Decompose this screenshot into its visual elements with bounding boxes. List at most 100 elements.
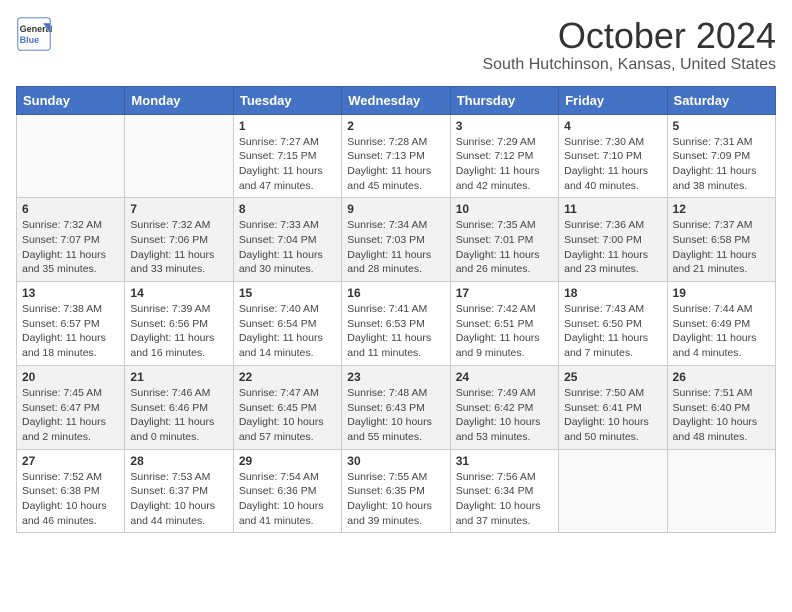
calendar-cell: 22 Sunrise: 7:47 AM Sunset: 6:45 PM Dayli… (233, 365, 341, 449)
calendar-cell (17, 114, 125, 198)
day-number: 11 (564, 202, 661, 216)
week-row-5: 27Sunrise: 7:52 AM Sunset: 6:38 PM Dayli… (17, 449, 776, 533)
calendar-cell (667, 449, 775, 533)
day-number: 4 (564, 119, 661, 133)
week-row-4: 20Sunrise: 7:45 AM Sunset: 6:47 PM Dayli… (17, 365, 776, 449)
day-info: Sunrise: 7:48 AM Sunset: 6:43 PM Dayligh… (347, 386, 444, 445)
logo-icon: General Blue (16, 16, 52, 52)
day-info: Sunrise: 7:39 AM Sunset: 6:56 PM Dayligh… (130, 302, 227, 361)
calendar-cell: 28 Sunrise: 7:53 AM Sunset: 6:37 PM Dayli… (125, 449, 233, 533)
logo: General Blue General Blue (16, 16, 52, 52)
day-number: 18 (564, 286, 661, 300)
calendar-cell: 21 Sunrise: 7:46 AM Sunset: 6:46 PM Dayli… (125, 365, 233, 449)
day-info: Sunrise: 7:49 AM Sunset: 6:42 PM Dayligh… (456, 386, 553, 445)
calendar-cell: 11 Sunrise: 7:36 AM Sunset: 7:00 PM Dayli… (559, 198, 667, 282)
calendar-cell: 24Sunrise: 7:49 AM Sunset: 6:42 PM Dayli… (450, 365, 558, 449)
calendar-cell: 25 Sunrise: 7:50 AM Sunset: 6:41 PM Dayli… (559, 365, 667, 449)
day-number: 28 (130, 454, 227, 468)
day-number: 2 (347, 119, 444, 133)
calendar-cell: 17 Sunrise: 7:42 AM Sunset: 6:51 PM Dayli… (450, 282, 558, 366)
calendar-cell: 16Sunrise: 7:41 AM Sunset: 6:53 PM Dayli… (342, 282, 450, 366)
day-info: Sunrise: 7:53 AM Sunset: 6:37 PM Dayligh… (130, 470, 227, 529)
day-info: Sunrise: 7:27 AM Sunset: 7:15 PM Dayligh… (239, 135, 336, 194)
day-number: 25 (564, 370, 661, 384)
calendar-cell: 8 Sunrise: 7:33 AM Sunset: 7:04 PM Daylig… (233, 198, 341, 282)
day-number: 3 (456, 119, 553, 133)
dow-wednesday: Wednesday (342, 86, 450, 114)
day-number: 5 (673, 119, 770, 133)
day-info: Sunrise: 7:40 AM Sunset: 6:54 PM Dayligh… (239, 302, 336, 361)
day-number: 26 (673, 370, 770, 384)
day-number: 8 (239, 202, 336, 216)
dow-friday: Friday (559, 86, 667, 114)
day-number: 7 (130, 202, 227, 216)
day-info: Sunrise: 7:33 AM Sunset: 7:04 PM Dayligh… (239, 218, 336, 277)
day-number: 29 (239, 454, 336, 468)
day-info: Sunrise: 7:32 AM Sunset: 7:07 PM Dayligh… (22, 218, 119, 277)
calendar-cell: 7 Sunrise: 7:32 AM Sunset: 7:06 PM Daylig… (125, 198, 233, 282)
day-info: Sunrise: 7:29 AM Sunset: 7:12 PM Dayligh… (456, 135, 553, 194)
day-number: 6 (22, 202, 119, 216)
calendar-cell: 2 Sunrise: 7:28 AM Sunset: 7:13 PM Daylig… (342, 114, 450, 198)
calendar-cell: 23Sunrise: 7:48 AM Sunset: 6:43 PM Dayli… (342, 365, 450, 449)
day-info: Sunrise: 7:50 AM Sunset: 6:41 PM Dayligh… (564, 386, 661, 445)
day-number: 9 (347, 202, 444, 216)
day-info: Sunrise: 7:28 AM Sunset: 7:13 PM Dayligh… (347, 135, 444, 194)
calendar-cell: 30 Sunrise: 7:55 AM Sunset: 6:35 PM Dayli… (342, 449, 450, 533)
day-info: Sunrise: 7:56 AM Sunset: 6:34 PM Dayligh… (456, 470, 553, 529)
calendar-cell: 29 Sunrise: 7:54 AM Sunset: 6:36 PM Dayli… (233, 449, 341, 533)
calendar-cell: 31Sunrise: 7:56 AM Sunset: 6:34 PM Dayli… (450, 449, 558, 533)
calendar-cell: 12 Sunrise: 7:37 AM Sunset: 6:58 PM Dayli… (667, 198, 775, 282)
day-number: 19 (673, 286, 770, 300)
week-row-1: 1 Sunrise: 7:27 AM Sunset: 7:15 PM Daylig… (17, 114, 776, 198)
svg-text:Blue: Blue (20, 35, 40, 45)
calendar-cell: 15Sunrise: 7:40 AM Sunset: 6:54 PM Dayli… (233, 282, 341, 366)
day-number: 16 (347, 286, 444, 300)
day-number: 10 (456, 202, 553, 216)
calendar-cell: 20Sunrise: 7:45 AM Sunset: 6:47 PM Dayli… (17, 365, 125, 449)
day-info: Sunrise: 7:54 AM Sunset: 6:36 PM Dayligh… (239, 470, 336, 529)
day-number: 30 (347, 454, 444, 468)
calendar-cell: 13 Sunrise: 7:38 AM Sunset: 6:57 PM Dayli… (17, 282, 125, 366)
month-year-title: October 2024 (482, 16, 776, 56)
day-number: 13 (22, 286, 119, 300)
day-info: Sunrise: 7:35 AM Sunset: 7:01 PM Dayligh… (456, 218, 553, 277)
day-info: Sunrise: 7:55 AM Sunset: 6:35 PM Dayligh… (347, 470, 444, 529)
dow-monday: Monday (125, 86, 233, 114)
day-number: 17 (456, 286, 553, 300)
week-row-3: 13 Sunrise: 7:38 AM Sunset: 6:57 PM Dayli… (17, 282, 776, 366)
calendar-cell: 10 Sunrise: 7:35 AM Sunset: 7:01 PM Dayli… (450, 198, 558, 282)
calendar-cell: 5 Sunrise: 7:31 AM Sunset: 7:09 PM Daylig… (667, 114, 775, 198)
day-number: 12 (673, 202, 770, 216)
calendar-cell: 9Sunrise: 7:34 AM Sunset: 7:03 PM Daylig… (342, 198, 450, 282)
location-subtitle: South Hutchinson, Kansas, United States (482, 56, 776, 74)
calendar-cell (125, 114, 233, 198)
day-number: 27 (22, 454, 119, 468)
dow-saturday: Saturday (667, 86, 775, 114)
calendar-cell: 6 Sunrise: 7:32 AM Sunset: 7:07 PM Daylig… (17, 198, 125, 282)
day-info: Sunrise: 7:30 AM Sunset: 7:10 PM Dayligh… (564, 135, 661, 194)
calendar-cell: 14 Sunrise: 7:39 AM Sunset: 6:56 PM Dayli… (125, 282, 233, 366)
day-info: Sunrise: 7:31 AM Sunset: 7:09 PM Dayligh… (673, 135, 770, 194)
day-info: Sunrise: 7:43 AM Sunset: 6:50 PM Dayligh… (564, 302, 661, 361)
calendar-cell (559, 449, 667, 533)
day-number: 20 (22, 370, 119, 384)
days-of-week-header: SundayMondayTuesdayWednesdayThursdayFrid… (17, 86, 776, 114)
day-info: Sunrise: 7:37 AM Sunset: 6:58 PM Dayligh… (673, 218, 770, 277)
day-info: Sunrise: 7:47 AM Sunset: 6:45 PM Dayligh… (239, 386, 336, 445)
day-info: Sunrise: 7:36 AM Sunset: 7:00 PM Dayligh… (564, 218, 661, 277)
day-number: 22 (239, 370, 336, 384)
day-info: Sunrise: 7:44 AM Sunset: 6:49 PM Dayligh… (673, 302, 770, 361)
calendar-cell: 27Sunrise: 7:52 AM Sunset: 6:38 PM Dayli… (17, 449, 125, 533)
day-number: 21 (130, 370, 227, 384)
title-area: October 2024 South Hutchinson, Kansas, U… (482, 16, 776, 74)
day-number: 1 (239, 119, 336, 133)
day-info: Sunrise: 7:38 AM Sunset: 6:57 PM Dayligh… (22, 302, 119, 361)
day-number: 14 (130, 286, 227, 300)
dow-tuesday: Tuesday (233, 86, 341, 114)
week-row-2: 6 Sunrise: 7:32 AM Sunset: 7:07 PM Daylig… (17, 198, 776, 282)
header: General Blue General Blue October 2024 S… (16, 16, 776, 74)
day-info: Sunrise: 7:46 AM Sunset: 6:46 PM Dayligh… (130, 386, 227, 445)
day-info: Sunrise: 7:32 AM Sunset: 7:06 PM Dayligh… (130, 218, 227, 277)
day-info: Sunrise: 7:42 AM Sunset: 6:51 PM Dayligh… (456, 302, 553, 361)
